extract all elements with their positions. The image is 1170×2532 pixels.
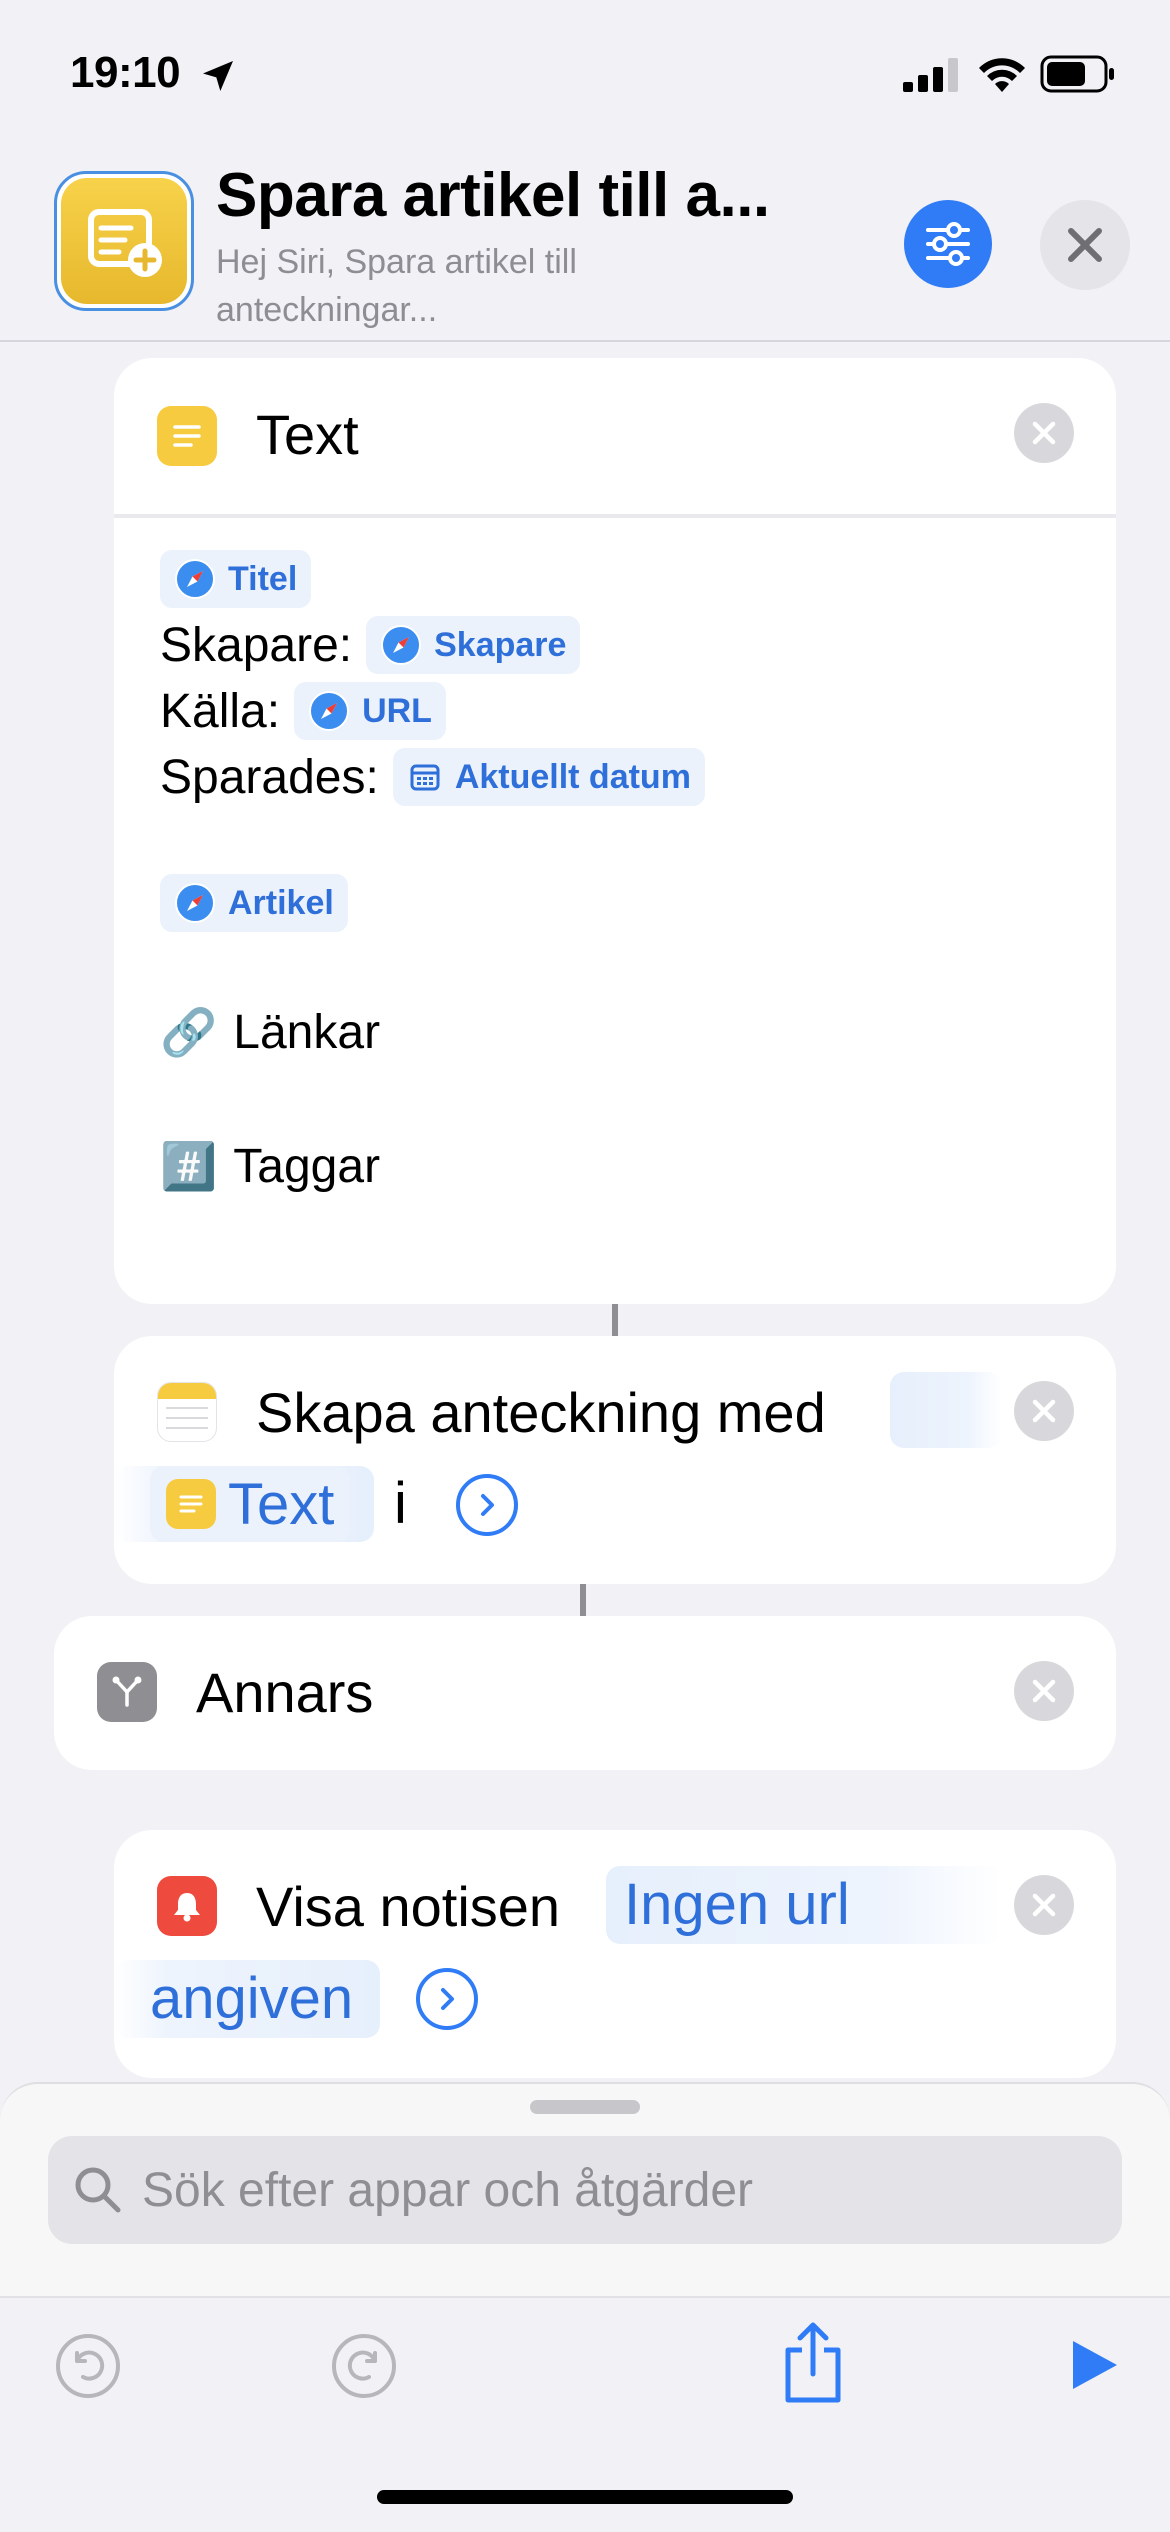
siri-phrase: Hej Siri, Spara artikel till anteckninga…: [216, 243, 577, 329]
wifi-icon: [979, 58, 1025, 92]
variable-token-titel[interactable]: Titel: [160, 550, 312, 608]
close-icon: [1032, 421, 1056, 445]
flow-connector: [612, 1304, 618, 1336]
share-button[interactable]: [774, 2318, 852, 2408]
sliders-icon: [926, 222, 970, 266]
remove-text-action-button[interactable]: [1014, 403, 1074, 463]
tags-label: Taggar: [233, 1139, 381, 1193]
shortcut-icon-button[interactable]: [54, 171, 194, 311]
text-body[interactable]: Titel Skapare: Skapare Källa: URL Sparad…: [160, 546, 1080, 1202]
variable-token-aktuellt-datum[interactable]: Aktuellt datum: [392, 748, 705, 806]
redo-icon: [332, 2334, 396, 2398]
home-indicator[interactable]: [377, 2490, 793, 2504]
safari-icon: [381, 625, 422, 665]
folder-parameter-placeholder[interactable]: [890, 1372, 1002, 1448]
remove-create-note-button[interactable]: [1014, 1381, 1074, 1441]
label-sparades: Sparades:: [160, 750, 379, 804]
status-time: 19:10: [70, 48, 181, 97]
calendar-icon: [410, 764, 440, 791]
search-bar[interactable]: [48, 2136, 1122, 2244]
location-arrow-icon: [203, 61, 233, 91]
remove-notification-button[interactable]: [1014, 1875, 1074, 1935]
close-icon: [1068, 228, 1102, 262]
expand-parameters-button[interactable]: [456, 1474, 518, 1536]
close-icon: [1032, 1679, 1056, 1703]
cellular-signal-icon: [903, 58, 958, 92]
undo-icon: [56, 2334, 120, 2398]
variable-token-skapare[interactable]: Skapare: [366, 616, 581, 674]
variable-token-artikel[interactable]: Artikel: [160, 874, 348, 932]
run-button[interactable]: [1058, 2330, 1128, 2400]
else-action-title: Annars: [196, 1661, 374, 1724]
notes-app-icon: [157, 1382, 217, 1442]
redo-button[interactable]: [328, 2330, 400, 2402]
panel-grabber[interactable]: [530, 2100, 640, 2114]
close-icon: [1032, 1893, 1056, 1917]
settings-button[interactable]: [904, 200, 992, 288]
chevron-right-icon: [481, 1494, 494, 1516]
share-icon: [785, 2322, 841, 2403]
notification-bell-icon: [157, 1876, 217, 1936]
text-action-mini-icon: [166, 1479, 216, 1529]
preposition-label: i: [394, 1471, 407, 1536]
note-add-icon: [61, 178, 187, 304]
links-label: Länkar: [233, 1005, 381, 1059]
undo-button[interactable]: [52, 2330, 124, 2402]
flow-connector: [580, 1584, 586, 1616]
text-card-divider: [114, 514, 1116, 518]
text-variable-token[interactable]: Text: [150, 1466, 351, 1542]
chevron-right-icon: [441, 1988, 454, 2010]
close-icon: [1032, 1399, 1056, 1423]
text-action-title: Text: [256, 403, 359, 466]
play-icon: [1073, 2341, 1117, 2389]
label-kalla: Källa:: [160, 684, 281, 738]
shortcut-title[interactable]: Spara artikel till a...: [216, 160, 770, 231]
branch-icon: [97, 1662, 157, 1722]
expand-notification-parameters-button[interactable]: [416, 1968, 478, 2030]
notification-message-token[interactable]: Ingen url: [606, 1866, 1002, 1944]
show-notification-title: Visa notisen: [256, 1875, 561, 1938]
remove-else-button[interactable]: [1014, 1661, 1074, 1721]
hashtag-emoji: #️⃣: [160, 1139, 218, 1192]
variable-token-url[interactable]: URL: [294, 682, 446, 740]
create-note-action-title: Skapa anteckning med: [256, 1381, 826, 1444]
safari-icon: [309, 691, 350, 731]
label-skapare: Skapare:: [160, 618, 353, 672]
close-button[interactable]: [1040, 200, 1130, 290]
battery-icon: [1040, 55, 1114, 93]
search-icon: [75, 2167, 121, 2213]
notification-message-continued[interactable]: angiven: [114, 1960, 380, 2038]
text-action-icon: [157, 406, 217, 466]
safari-icon: [175, 883, 215, 923]
search-input[interactable]: [142, 2162, 1102, 2218]
header-divider: [0, 340, 1170, 342]
safari-icon: [175, 559, 215, 599]
link-emoji: 🔗: [160, 1005, 218, 1058]
